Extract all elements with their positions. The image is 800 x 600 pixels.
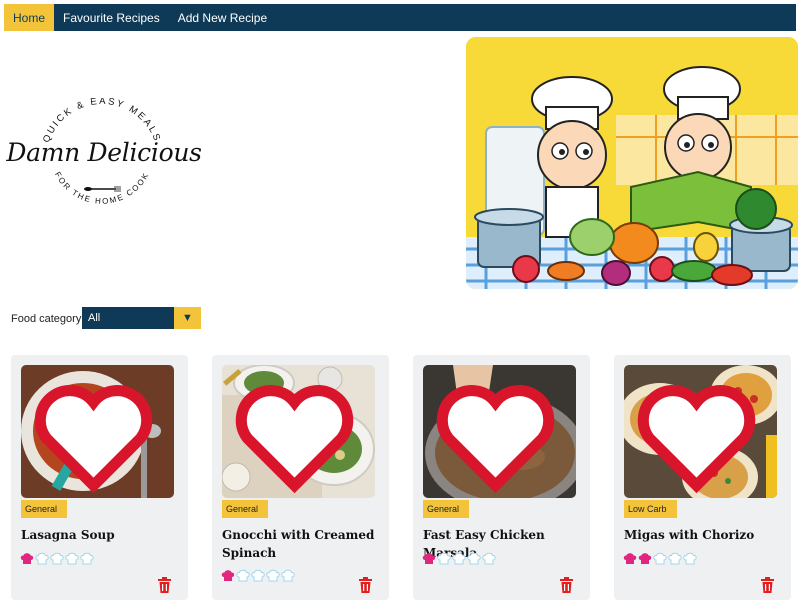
trash-icon[interactable]	[158, 577, 171, 593]
favorite-heart-icon[interactable]	[222, 369, 371, 498]
difficulty-rating	[20, 552, 94, 566]
chef-hat-outline-icon	[683, 552, 697, 565]
migas-photo[interactable]	[624, 365, 777, 498]
recipe-title[interactable]: Migas with Chorizo	[624, 526, 784, 544]
chef-hat-outline-icon	[236, 569, 250, 582]
chef-hat-outline-icon	[35, 552, 49, 565]
favorite-heart-icon[interactable]	[624, 369, 773, 498]
chef-hat-outline-icon	[467, 552, 481, 565]
recipe-card-gnocchi-creamed-spinach[interactable]: General Gnocchi with Creamed Spinach	[212, 355, 389, 600]
food-category-label: Food category	[11, 313, 82, 325]
chef-hat-filled-icon	[20, 553, 34, 564]
chef-hat-filled-icon	[638, 553, 652, 564]
nav-favourite-recipes[interactable]: Favourite Recipes	[54, 4, 169, 31]
chef-hat-outline-icon	[251, 569, 265, 582]
chef-hat-outline-icon	[653, 552, 667, 565]
trash-icon[interactable]	[359, 577, 372, 593]
chef-hat-outline-icon	[482, 552, 496, 565]
difficulty-rating	[623, 552, 697, 566]
triangle-down-icon[interactable]: ▼	[174, 307, 201, 329]
chef-hat-outline-icon	[65, 552, 79, 565]
recipe-title[interactable]: Gnocchi with Creamed Spinach	[222, 526, 382, 562]
food-category-selected-value: All	[88, 312, 101, 324]
recipe-card-chicken-marsala[interactable]: General Fast Easy Chicken Marsala	[413, 355, 590, 600]
hero-chefs-illustration	[466, 37, 798, 289]
chef-hat-filled-icon	[623, 553, 637, 564]
logo-bottom-text: FOR THE HOME COOK	[53, 170, 149, 205]
svg-text:FOR THE HOME COOK: FOR THE HOME COOK	[53, 170, 151, 205]
recipe-card-migas-chorizo[interactable]: Low Carb Migas with Chorizo	[614, 355, 791, 600]
difficulty-rating	[221, 569, 295, 583]
chef-hat-outline-icon	[50, 552, 64, 565]
category-badge: General	[222, 500, 269, 518]
gnocchi-photo[interactable]	[222, 365, 375, 498]
difficulty-rating	[422, 552, 496, 566]
category-badge: Low Carb	[624, 500, 677, 518]
chef-hat-outline-icon	[668, 552, 682, 565]
category-badge: General	[423, 500, 470, 518]
chef-hat-outline-icon	[452, 552, 466, 565]
top-navbar: Home Favourite Recipes Add New Recipe	[4, 4, 796, 31]
food-category-select[interactable]: All ▼	[82, 307, 201, 329]
chef-hat-outline-icon	[266, 569, 280, 582]
category-badge: General	[21, 500, 68, 518]
chef-hat-filled-icon	[422, 553, 436, 564]
recipe-title[interactable]: Lasagna Soup	[21, 526, 181, 544]
favorite-heart-icon[interactable]	[21, 369, 170, 498]
recipe-card-lasagna-soup[interactable]: General Lasagna Soup	[11, 355, 188, 600]
logo-brand-text: Damn Delicious	[6, 138, 202, 167]
chef-hat-outline-icon	[281, 569, 295, 582]
fork-knife-icon	[84, 186, 121, 192]
chef-hat-filled-icon	[221, 570, 235, 581]
chicken-marsala-photo[interactable]	[423, 365, 576, 498]
chef-hat-outline-icon	[437, 552, 451, 565]
chef-hat-outline-icon	[80, 552, 94, 565]
trash-icon[interactable]	[560, 577, 573, 593]
favorite-heart-icon[interactable]	[423, 369, 572, 498]
nav-home[interactable]: Home	[4, 4, 55, 31]
brand-logo[interactable]: QUICK & EASY MEALS FOR THE HOME COOK Dam…	[2, 98, 202, 220]
nav-add-new-recipe[interactable]: Add New Recipe	[169, 4, 276, 31]
trash-icon[interactable]	[761, 577, 774, 593]
lasagna-soup-photo[interactable]	[21, 365, 174, 498]
